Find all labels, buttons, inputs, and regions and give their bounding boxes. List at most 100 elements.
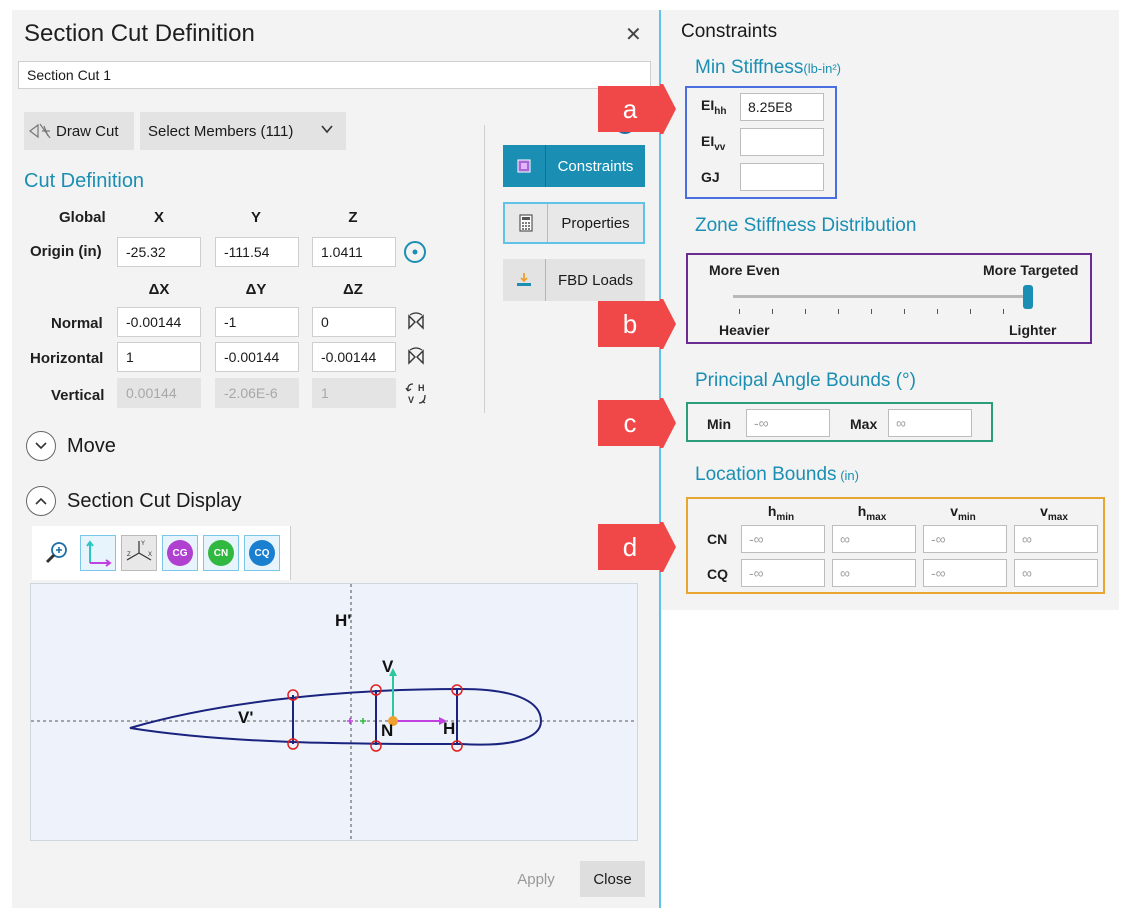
- h-min-header: hmin: [767, 503, 795, 523]
- normal-dx-input[interactable]: -0.00144: [117, 307, 201, 337]
- global-axes-icon: Y Z X: [126, 541, 152, 561]
- principal-max-label: Max: [850, 416, 878, 432]
- svg-text:Y: Y: [141, 541, 145, 547]
- zone-slider-track[interactable]: [733, 295, 1033, 298]
- zoom-in-icon[interactable]: [44, 540, 70, 571]
- airfoil-drawing: H' V' V N H: [31, 584, 637, 840]
- constraints-icon: [503, 145, 546, 187]
- constraints-button[interactable]: Constraints: [503, 145, 645, 187]
- section-cut-display-toggle[interactable]: [26, 486, 56, 516]
- cq-label: CQ: [707, 566, 728, 582]
- callout-b: b: [598, 299, 676, 349]
- constraints-title: Constraints: [681, 21, 778, 42]
- close-button[interactable]: Close: [580, 861, 645, 897]
- draw-cut-label: Draw Cut: [56, 122, 119, 140]
- cq-h-max-input[interactable]: ∞: [832, 559, 916, 587]
- origin-x-input[interactable]: -25.32: [117, 237, 201, 267]
- fbd-loads-button[interactable]: FBD Loads: [503, 259, 645, 301]
- local-axes-icon: [86, 540, 112, 567]
- cn-h-max-input[interactable]: ∞: [832, 525, 916, 553]
- callout-c: c: [598, 398, 676, 448]
- apply-button[interactable]: Apply: [502, 861, 570, 897]
- cn-v-min-input[interactable]: -∞: [923, 525, 1007, 553]
- cn-h-min-input[interactable]: -∞: [741, 525, 825, 553]
- ei-hh-label: EIhh: [701, 97, 727, 117]
- normal-dz-input[interactable]: 0: [312, 307, 396, 337]
- col-dy-label: ΔY: [245, 281, 267, 298]
- close-icon[interactable]: ✕: [625, 22, 642, 47]
- cq-v-max-input[interactable]: ∞: [1014, 559, 1098, 587]
- properties-button[interactable]: Properties: [503, 202, 645, 244]
- dialog-title: Section Cut Definition: [24, 20, 255, 47]
- ei-hh-input[interactable]: 8.25E8: [740, 93, 824, 121]
- vertical-label: Vertical: [51, 387, 105, 404]
- col-y-label: Y: [250, 209, 261, 226]
- callout-a: a: [598, 84, 676, 134]
- location-bounds-heading: Location Bounds (in): [695, 464, 859, 486]
- principal-min-input[interactable]: -∞: [746, 409, 830, 437]
- chevron-down-icon: [320, 122, 334, 140]
- v-min-header: vmin: [950, 503, 976, 523]
- horizontal-label: Horizontal: [30, 350, 104, 367]
- min-stiffness-label: Min Stiffness: [695, 57, 804, 78]
- fbd-loads-icon: [503, 259, 546, 301]
- select-members-label: Select Members (111): [148, 122, 294, 140]
- cn-tool[interactable]: CN: [203, 535, 239, 571]
- select-members-dropdown[interactable]: Select Members (111): [140, 112, 346, 150]
- svg-text:X: X: [148, 552, 152, 558]
- col-x-label: X: [153, 209, 164, 226]
- local-axes-tool[interactable]: [80, 535, 116, 571]
- cg-badge: CG: [167, 540, 193, 566]
- h-max-header: hmax: [857, 503, 887, 523]
- gj-input[interactable]: [740, 163, 824, 191]
- swap-axes-icon[interactable]: HV: [405, 381, 429, 412]
- horizontal-dz-input[interactable]: -0.00144: [312, 342, 396, 372]
- location-bounds-unit: (in): [840, 468, 859, 483]
- svg-text:H: H: [418, 383, 425, 393]
- cq-tool[interactable]: CQ: [244, 535, 280, 571]
- flip-horizontal-icon[interactable]: [406, 347, 426, 372]
- heavier-label: Heavier: [719, 322, 770, 338]
- v-label: V: [382, 657, 394, 676]
- constraints-label: Constraints: [557, 157, 634, 175]
- calculator-icon: [505, 204, 548, 242]
- zone-stiffness-heading: Zone Stiffness Distribution: [695, 215, 917, 236]
- gj-label: GJ: [701, 169, 720, 185]
- global-axes-tool[interactable]: Y Z X: [121, 535, 157, 571]
- principal-angle-heading: Principal Angle Bounds (°): [695, 370, 916, 391]
- vertical-dz-input: 1: [312, 378, 396, 408]
- ei-vv-input[interactable]: [740, 128, 824, 156]
- panel-divider: [659, 10, 661, 908]
- draw-cut-icon: [24, 122, 56, 140]
- horizontal-dy-input[interactable]: -0.00144: [215, 342, 299, 372]
- normal-dy-input[interactable]: -1: [215, 307, 299, 337]
- section-cut-name-input[interactable]: Section Cut 1: [18, 61, 651, 89]
- location-bounds-label: Location Bounds: [695, 464, 837, 485]
- pick-origin-icon[interactable]: [403, 240, 427, 269]
- origin-y-input[interactable]: -111.54: [215, 237, 299, 267]
- fbd-loads-label: FBD Loads: [557, 271, 634, 289]
- cn-v-max-input[interactable]: ∞: [1014, 525, 1098, 553]
- cn-badge: CN: [208, 540, 234, 566]
- zone-slider-thumb[interactable]: [1023, 285, 1033, 309]
- cq-v-min-input[interactable]: -∞: [923, 559, 1007, 587]
- principal-max-input[interactable]: ∞: [888, 409, 972, 437]
- ei-vv-label: EIvv: [701, 133, 726, 153]
- origin-z-input[interactable]: 1.0411: [312, 237, 396, 267]
- col-dx-label: ΔX: [148, 281, 170, 298]
- chevron-down-icon: [35, 442, 47, 450]
- move-toggle[interactable]: [26, 431, 56, 461]
- properties-label: Properties: [561, 214, 630, 232]
- flip-normal-icon[interactable]: [406, 312, 426, 337]
- vertical-separator: [484, 125, 485, 413]
- svg-text:Z: Z: [127, 552, 131, 558]
- more-even-label: More Even: [709, 262, 780, 278]
- cg-tool[interactable]: CG: [162, 535, 198, 571]
- horizontal-dx-input[interactable]: 1: [117, 342, 201, 372]
- cq-h-min-input[interactable]: -∞: [741, 559, 825, 587]
- svg-text:V: V: [408, 395, 414, 405]
- min-stiffness-heading: Min Stiffness(lb-in²): [695, 57, 841, 79]
- draw-cut-button[interactable]: Draw Cut: [24, 112, 134, 150]
- section-cut-canvas[interactable]: H' V' V N H: [30, 583, 638, 841]
- h-label: H: [443, 719, 455, 738]
